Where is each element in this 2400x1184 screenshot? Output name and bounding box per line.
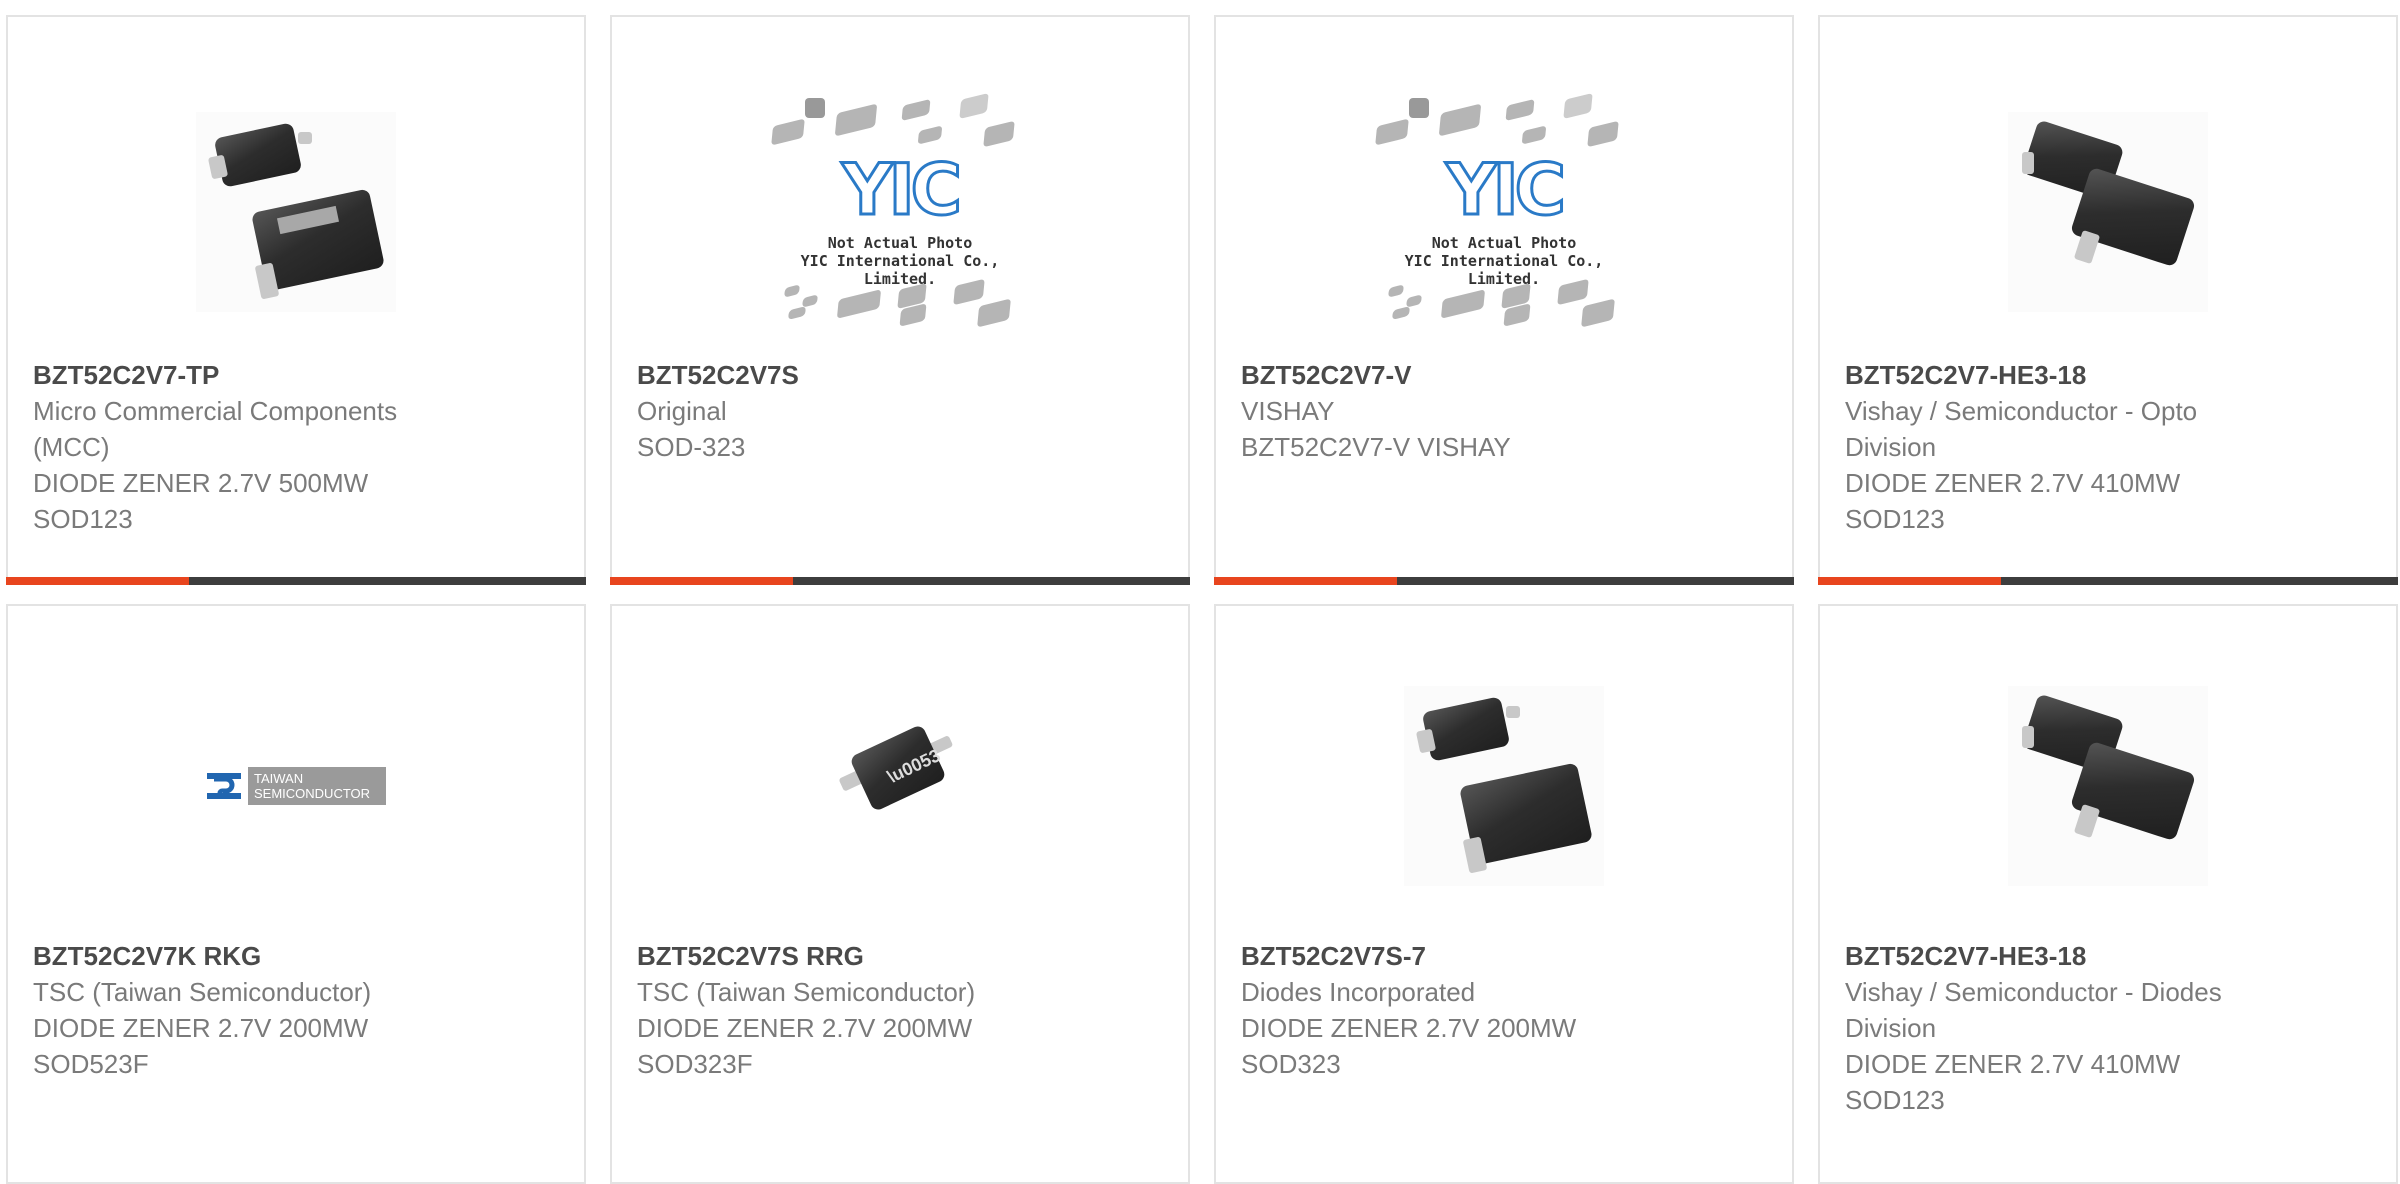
description: DIODE ZENER 2.7V 500MW [33,468,369,498]
package: SOD123 [1845,1085,1945,1115]
description: DIODE ZENER 2.7V 200MW [1241,1013,1577,1043]
description: BZT52C2V7-V VISHAY [1241,432,1511,462]
product-image[interactable] [1820,636,2396,936]
diode-photo-icon: \u0053 [800,686,1000,886]
card-bar [1818,577,2398,585]
yic-logo: YIC [840,149,963,231]
tsc-logo-line2: SEMICONDUCTOR [254,786,371,801]
description: DIODE ZENER 2.7V 410MW [1845,1049,2181,1079]
tsc-mark-icon [207,773,241,799]
yic-logo: YIC [1444,149,1567,231]
manufacturer-cont: Division [1845,1013,1937,1043]
diode-photo-icon [1404,686,1604,886]
diode-photo-icon [2008,112,2208,312]
manufacturer: VISHAY [1241,396,1335,426]
manufacturer-cont: (MCC) [33,432,110,462]
manufacturer: Vishay / Semiconductor - Opto [1845,396,2198,426]
product-card[interactable]: BZT52C2V7-HE3-18 Vishay / Semiconductor … [1818,604,2398,1184]
product-image[interactable]: TAIWAN SEMICONDUCTOR [8,636,584,936]
product-card[interactable]: BZT52C2V7-TP Micro Commercial Components… [6,15,586,585]
manufacturer: Diodes Incorporated [1241,977,1476,1007]
yic-placeholder-icon: YIC Not Actual Photo YIC International C… [765,92,1035,332]
manufacturer: TSC (Taiwan Semiconductor) [33,977,372,1007]
description: DIODE ZENER 2.7V 200MW [33,1013,369,1043]
product-image[interactable]: \u0053 [612,636,1188,936]
diode-photo-icon [2008,686,2208,886]
taiwan-semiconductor-logo: TAIWAN SEMICONDUCTOR [206,767,386,805]
product-card[interactable]: BZT52C2V7S-7 Diodes Incorporated DIODE Z… [1214,604,1794,1184]
part-number[interactable]: BZT52C2V7S [637,357,1168,393]
package: SOD123 [33,504,133,534]
product-card[interactable]: YIC Not Actual Photo YIC International C… [610,15,1190,585]
package: SOD523F [33,1049,149,1079]
description: DIODE ZENER 2.7V 410MW [1845,468,2181,498]
part-number[interactable]: BZT52C2V7-HE3-18 [1845,938,2376,974]
product-image[interactable]: YIC Not Actual Photo YIC International C… [1216,67,1792,357]
yic-placeholder-icon: YIC Not Actual Photo YIC International C… [1369,92,1639,332]
manufacturer: Original [637,396,727,426]
manufacturer: Micro Commercial Components [33,396,398,426]
diode-photo-icon [196,112,396,312]
description: DIODE ZENER 2.7V 200MW [637,1013,973,1043]
product-card[interactable]: \u0053 BZT52C2V7S RRG TSC (Taiwan Semico… [610,604,1190,1184]
product-image[interactable] [1820,67,2396,357]
part-number[interactable]: BZT52C2V7S-7 [1241,938,1772,974]
manufacturer: TSC (Taiwan Semiconductor) [637,977,976,1007]
part-number[interactable]: BZT52C2V7K RKG [33,938,564,974]
product-image[interactable] [8,67,584,357]
card-bar [610,577,1190,585]
package: SOD323F [637,1049,753,1079]
manufacturer: Vishay / Semiconductor - Diodes [1845,977,2222,1007]
package: SOD-323 [637,432,746,462]
package: SOD123 [1845,504,1945,534]
card-bar [1214,577,1794,585]
tsc-logo-line1: TAIWAN [254,771,304,786]
product-card[interactable]: YIC Not Actual Photo YIC International C… [1214,15,1794,585]
part-number[interactable]: BZT52C2V7S RRG [637,938,1168,974]
part-number[interactable]: BZT52C2V7-TP [33,357,564,393]
product-card[interactable]: TAIWAN SEMICONDUCTOR BZT52C2V7K RKG TSC … [6,604,586,1184]
package: SOD323 [1241,1049,1341,1079]
manufacturer-cont: Division [1845,432,1937,462]
part-number[interactable]: BZT52C2V7-V [1241,357,1772,393]
card-bar [6,577,586,585]
product-image[interactable]: YIC Not Actual Photo YIC International C… [612,67,1188,357]
part-number[interactable]: BZT52C2V7-HE3-18 [1845,357,2376,393]
product-card[interactable]: BZT52C2V7-HE3-18 Vishay / Semiconductor … [1818,15,2398,585]
product-image[interactable] [1216,636,1792,936]
